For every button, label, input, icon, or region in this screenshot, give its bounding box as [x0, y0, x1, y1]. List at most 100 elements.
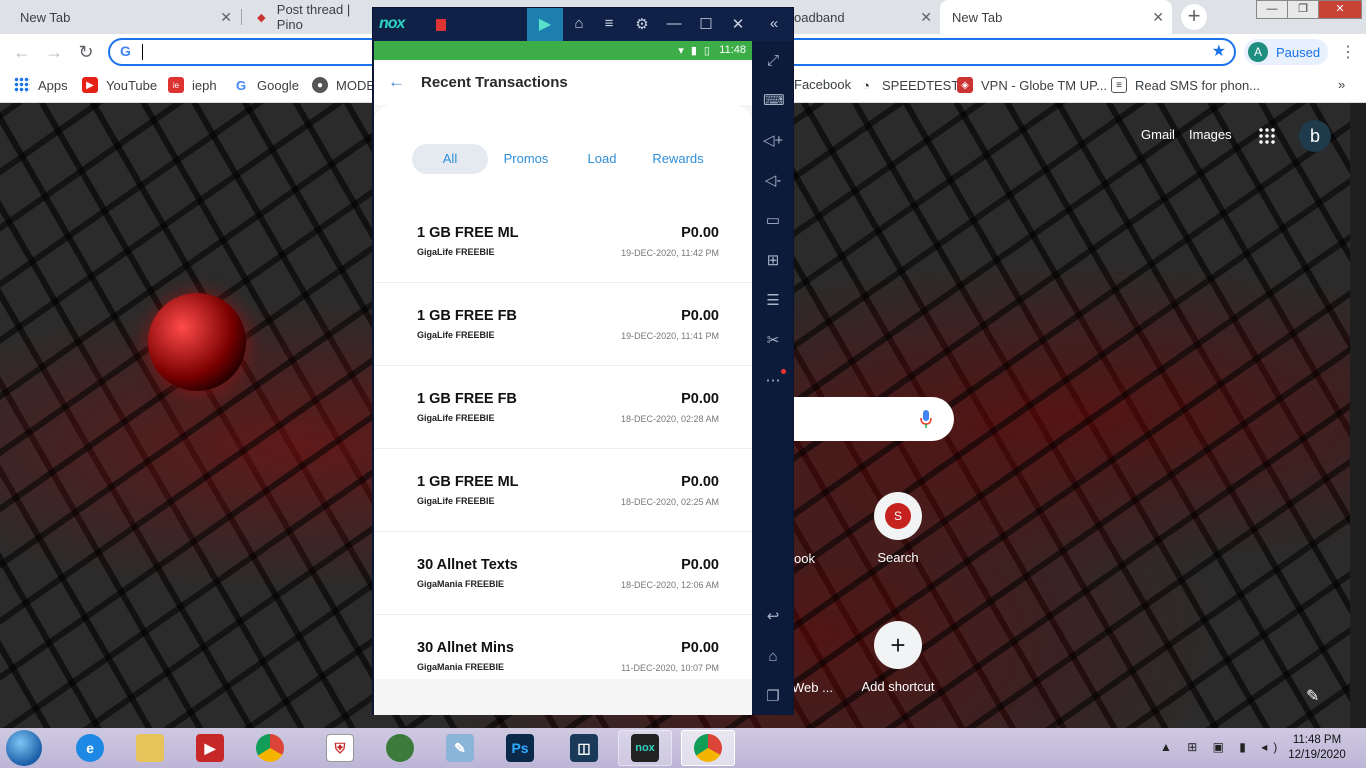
taskbar-security[interactable]: ⛨ [313, 730, 367, 766]
scissors-screenshot-icon[interactable]: ✂ [763, 331, 783, 351]
more-options-icon[interactable]: ⋯ [763, 371, 783, 391]
gift-icon[interactable] [436, 19, 446, 31]
bookmark-apps[interactable]: Apps [14, 77, 68, 93]
minimize-icon[interactable]: — [664, 15, 684, 32]
shortcut-icon-circle: + [874, 621, 922, 669]
start-button[interactable] [6, 730, 42, 766]
tab-new-tab-active[interactable]: New Tab ✕ [940, 0, 1172, 34]
android-home-icon[interactable]: ⌂ [763, 647, 783, 667]
collapse-sidebar-icon[interactable]: « [764, 15, 784, 32]
transaction-row[interactable]: 1 GB FREE ML GigaLife FREEBIE P0.00 18-D… [374, 450, 752, 532]
fullscreen-icon[interactable]: ⤢ [763, 51, 783, 71]
transaction-source: GigaMania FREEBIE [417, 662, 505, 672]
filter-all[interactable]: All [412, 144, 488, 174]
taskbar-app-frame[interactable]: ◫ [557, 730, 611, 766]
bookmark-mode[interactable]: ● MODE [312, 77, 375, 93]
bookmark-star-icon[interactable]: ★ [1212, 41, 1226, 61]
bookmark-ieph[interactable]: ie ieph [168, 77, 217, 93]
add-apk-icon[interactable]: ⊞ [763, 251, 783, 271]
transaction-date: 18-DEC-2020, 12:06 AM [620, 580, 719, 590]
microphone-icon[interactable] [920, 410, 932, 428]
play-store-icon[interactable]: ▶ [527, 8, 563, 41]
account-avatar[interactable]: b [1299, 120, 1331, 152]
close-icon[interactable]: ✕ [728, 15, 748, 33]
shortcut-search[interactable]: S Search [842, 492, 954, 565]
settings-gear-icon[interactable]: ⚙ [632, 15, 652, 33]
forward-button[interactable]: → [42, 40, 66, 64]
volume-down-icon[interactable]: ◁- [763, 171, 783, 191]
close-icon[interactable]: ✕ [220, 9, 232, 26]
hamburger-menu-icon[interactable]: ≡ [599, 15, 619, 32]
taskbar-chrome-active[interactable] [681, 730, 735, 766]
gmail-link[interactable]: Gmail [1141, 127, 1175, 142]
profile-button[interactable]: A Paused [1244, 39, 1328, 65]
transaction-name: 1 GB FREE ML [417, 474, 519, 490]
system-clock[interactable]: 11:48 PM 12/19/2020 [1282, 733, 1352, 763]
shortcut-label-facebook[interactable]: ook [794, 551, 815, 566]
taskbar-chrome-pinned[interactable] [243, 730, 297, 766]
taskbar-nox[interactable]: nox [618, 730, 672, 766]
android-back-icon[interactable]: ↩ [763, 607, 783, 627]
maximize-icon[interactable]: ☐ [696, 15, 716, 33]
transaction-row[interactable]: 30 Allnet Mins GigaMania FREEBIE P0.00 1… [374, 616, 752, 679]
screen-icon[interactable]: ▭ [763, 211, 783, 231]
transaction-row[interactable]: 1 GB FREE FB GigaLife FREEBIE P0.00 19-D… [374, 284, 752, 366]
google-apps-icon[interactable] [1258, 127, 1276, 145]
bookmark-label: Apps [38, 77, 68, 93]
filter-load[interactable]: Load [564, 144, 640, 174]
new-tab-button[interactable]: + [1181, 4, 1207, 30]
tab-new-tab-1[interactable]: New Tab ✕ [0, 0, 240, 34]
transaction-row[interactable]: 1 GB FREE FB GigaLife FREEBIE P0.00 18-D… [374, 367, 752, 449]
page-scrollbar[interactable] [1350, 103, 1366, 728]
back-button[interactable]: ← [10, 40, 34, 64]
bookmark-read-sms[interactable]: ≡ Read SMS for phon... [1111, 77, 1260, 93]
transaction-row[interactable]: 30 Allnet Texts GigaMania FREEBIE P0.00 … [374, 533, 752, 615]
multi-drive-icon[interactable]: ☰ [763, 291, 783, 311]
bookmark-facebook[interactable]: Facebook [794, 77, 851, 92]
nox-side-toolbar: ⤢ ⌨ ◁+ ◁- ▭ ⊞ ☰ ✂ ⋯ ↩ ⌂ ❐ [753, 41, 793, 715]
customize-pencil-icon[interactable]: ✎ [1306, 686, 1319, 706]
bookmark-label: SPEEDTEST [882, 77, 960, 93]
youtube-icon: ▶ [82, 77, 98, 93]
more-bookmarks-button[interactable]: » [1338, 77, 1345, 92]
shortcut-label-web[interactable]: Web ... [792, 680, 833, 695]
taskbar-internet-explorer[interactable]: e [63, 730, 117, 766]
volume-up-icon[interactable]: ◁+ [763, 131, 783, 151]
tab-broadband[interactable]: oadband ✕ [794, 0, 940, 34]
app-ball-icon [386, 734, 414, 762]
filter-promos[interactable]: Promos [488, 144, 564, 174]
keyboard-mapping-icon[interactable]: ⌨ [763, 91, 785, 111]
media-player-icon: ▶ [196, 734, 224, 762]
taskbar-explorer[interactable] [123, 730, 177, 766]
shirt-skin-icon[interactable]: ⌂ [569, 15, 589, 32]
taskbar-app-green[interactable] [373, 730, 427, 766]
close-window-button[interactable]: ✕ [1318, 0, 1362, 19]
taskbar-notepad[interactable]: ✎ [433, 730, 487, 766]
taskbar-photoshop[interactable]: Ps [493, 730, 547, 766]
system-tray[interactable]: ▲ ⊞ ▣ ▮ ◂) [1160, 740, 1283, 754]
bookmark-youtube[interactable]: ▶ YouTube [82, 77, 157, 93]
folder-icon [136, 734, 164, 762]
bookmark-google[interactable]: G Google [233, 77, 299, 93]
bookmark-speedtest[interactable]: ◔ SPEEDTEST [858, 77, 959, 93]
maximize-button[interactable]: ❐ [1287, 0, 1319, 19]
filter-rewards[interactable]: Rewards [640, 144, 716, 174]
transaction-list[interactable]: 1 GB FREE ML GigaLife FREEBIE P0.00 19-D… [374, 201, 752, 679]
images-link[interactable]: Images [1189, 127, 1232, 142]
minimize-button[interactable]: — [1256, 0, 1288, 19]
close-icon[interactable]: ✕ [1152, 9, 1164, 26]
clock-time: 11:48 PM [1292, 734, 1342, 746]
taskbar-media-player[interactable]: ▶ [183, 730, 237, 766]
pinoy-favicon-icon: ◆ [257, 11, 266, 24]
transaction-row[interactable]: 1 GB FREE ML GigaLife FREEBIE P0.00 19-D… [374, 201, 752, 283]
bookmark-vpn[interactable]: ◈ VPN - Globe TM UP... [957, 77, 1107, 93]
close-icon[interactable]: ✕ [920, 9, 932, 26]
window-controls: — ❐ ✕ [1256, 0, 1362, 19]
chrome-menu-icon[interactable]: ⋮ [1340, 42, 1356, 62]
back-arrow-icon[interactable]: ← [388, 72, 405, 92]
android-recents-icon[interactable]: ❐ [763, 687, 783, 707]
tab-post-thread[interactable]: ◆ Post thread | Pino [242, 0, 372, 34]
reload-button[interactable]: ↻ [74, 40, 98, 64]
add-shortcut-button[interactable]: + Add shortcut [842, 621, 954, 694]
app-bar: ← Recent Transactions [374, 60, 752, 105]
